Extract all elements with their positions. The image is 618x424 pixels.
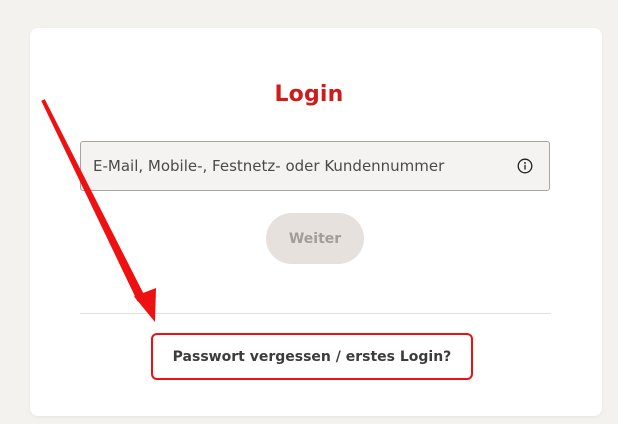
login-page: Login Weiter Passwort vergessen / erstes… [0,0,618,424]
next-button[interactable]: Weiter [266,213,364,264]
identifier-field[interactable] [80,141,550,191]
page-title: Login [274,82,344,107]
forgot-password-link[interactable]: Passwort vergessen / erstes Login? [151,333,473,380]
info-circle-icon[interactable] [517,158,533,174]
identifier-input[interactable] [81,142,523,190]
divider [80,313,551,314]
